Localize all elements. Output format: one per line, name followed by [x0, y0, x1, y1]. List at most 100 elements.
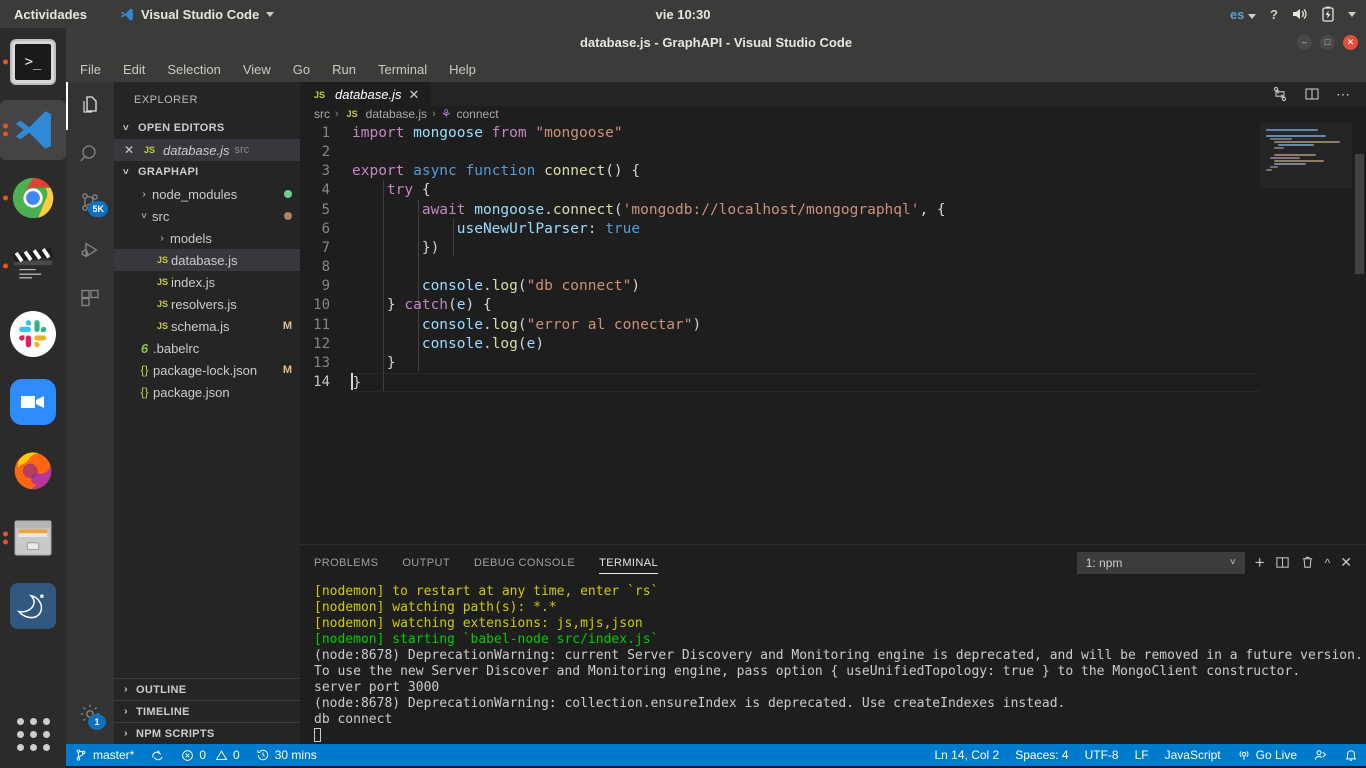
- close-icon[interactable]: ✕: [409, 87, 420, 103]
- terminal-output[interactable]: [nodemon] to restart at any time, enter …: [300, 580, 1366, 744]
- dock-item-zoom[interactable]: [0, 368, 66, 436]
- kill-terminal-icon[interactable]: [1300, 555, 1315, 570]
- tab-terminal[interactable]: TERMINAL: [599, 545, 658, 580]
- close-icon[interactable]: ✕: [122, 143, 136, 157]
- menu-view[interactable]: View: [243, 62, 271, 77]
- menu-terminal[interactable]: Terminal: [378, 62, 427, 77]
- code-line[interactable]: 5 await mongoose.connect('mongodb://loca…: [300, 201, 1366, 220]
- activity-item-manage[interactable]: 1: [66, 690, 114, 738]
- status-go-live[interactable]: Go Live: [1229, 744, 1305, 766]
- tab-debug-console[interactable]: DEBUG CONSOLE: [474, 545, 575, 580]
- section-timeline[interactable]: › TIMELINE: [114, 700, 300, 722]
- status-indentation[interactable]: Spaces: 4: [1007, 744, 1076, 766]
- code-line[interactable]: 6 useNewUrlParser: true: [300, 220, 1366, 239]
- menu-file[interactable]: File: [80, 62, 101, 77]
- status-problems[interactable]: 0 0: [173, 744, 247, 766]
- more-actions-icon[interactable]: ⋯: [1336, 86, 1352, 103]
- dock-item-firefox[interactable]: [0, 436, 66, 504]
- menu-help[interactable]: Help: [449, 62, 476, 77]
- menu-go[interactable]: Go: [293, 62, 310, 77]
- split-editor-icon[interactable]: [1304, 86, 1320, 102]
- code-line[interactable]: 7 }): [300, 239, 1366, 258]
- battery-charging-icon[interactable]: [1322, 6, 1334, 22]
- breadcrumb-item-src[interactable]: src: [314, 107, 330, 121]
- dock-item-terminal[interactable]: >_: [0, 28, 66, 96]
- code-line[interactable]: 1import mongoose from "mongoose": [300, 124, 1366, 143]
- section-open-editors[interactable]: ˅ OPEN EDITORS: [114, 117, 300, 139]
- activity-item-explorer[interactable]: [66, 82, 114, 130]
- scrollbar-thumb[interactable]: [1355, 154, 1364, 274]
- app-menu-button[interactable]: Visual Studio Code: [119, 7, 274, 22]
- status-language[interactable]: JavaScript: [1157, 744, 1229, 766]
- tree-item-package-json[interactable]: {} package.json: [114, 381, 300, 403]
- dock-item-visual-studio-code[interactable]: [0, 96, 66, 164]
- dock-item-mysql-workbench[interactable]: [0, 572, 66, 640]
- status-feedback[interactable]: [1305, 744, 1336, 766]
- tree-item-schema-js[interactable]: JS schema.js M: [114, 315, 300, 337]
- new-terminal-icon[interactable]: +: [1255, 554, 1265, 571]
- code-editor[interactable]: 1import mongoose from "mongoose"23export…: [300, 122, 1366, 544]
- tab-problems[interactable]: PROBLEMS: [314, 545, 378, 580]
- status-timer[interactable]: 30 mins: [248, 744, 325, 766]
- section-outline[interactable]: › OUTLINE: [114, 678, 300, 700]
- activities-button[interactable]: Actividades: [14, 7, 87, 22]
- section-graphapi[interactable]: ˅ GRAPHAPI: [114, 161, 300, 183]
- status-branch[interactable]: master*: [66, 744, 142, 766]
- dock-item-google-chrome[interactable]: [0, 164, 66, 232]
- tab-output[interactable]: OUTPUT: [402, 545, 450, 580]
- split-diff-icon[interactable]: [1272, 86, 1288, 102]
- tree-item-babelrc[interactable]: 6 .babelrc: [114, 337, 300, 359]
- code-line[interactable]: 3export async function connect() {: [300, 162, 1366, 181]
- tree-item-resolvers-js[interactable]: JS resolvers.js: [114, 293, 300, 315]
- chevron-down-icon[interactable]: [1348, 12, 1356, 17]
- activity-item-source-control[interactable]: 5K: [66, 178, 114, 226]
- minimap[interactable]: [1260, 122, 1352, 544]
- menu-edit[interactable]: Edit: [123, 62, 145, 77]
- breadcrumb-item-connect[interactable]: connect: [457, 107, 499, 121]
- tree-item-node_modules[interactable]: › node_modules: [114, 183, 300, 205]
- section-npm-scripts[interactable]: › NPM SCRIPTS: [114, 722, 300, 744]
- status-encoding[interactable]: UTF-8: [1077, 744, 1127, 766]
- code-line[interactable]: 12 console.log(e): [300, 335, 1366, 354]
- code-text[interactable]: 1import mongoose from "mongoose"23export…: [300, 122, 1366, 393]
- code-line[interactable]: 11 console.log("error al conectar"): [300, 316, 1366, 335]
- code-line[interactable]: 2: [300, 143, 1366, 162]
- menu-run[interactable]: Run: [332, 62, 356, 77]
- help-icon[interactable]: ?: [1270, 7, 1278, 22]
- tree-item-index-js[interactable]: JS index.js: [114, 271, 300, 293]
- activity-item-extensions[interactable]: [66, 274, 114, 322]
- gnome-status-area[interactable]: es ?: [1230, 6, 1356, 22]
- terminal-selector[interactable]: 1: npm ˅: [1077, 552, 1245, 574]
- open-editor-item-database-js[interactable]: ✕ JS database.js src: [114, 139, 300, 161]
- tree-item-package-lock-json[interactable]: {} package-lock.json M: [114, 359, 300, 381]
- status-notifications[interactable]: [1336, 744, 1366, 766]
- maximize-panel-icon[interactable]: ^: [1325, 556, 1331, 570]
- tree-item-database-js[interactable]: JS database.js: [114, 249, 300, 271]
- close-button[interactable]: ✕: [1343, 35, 1358, 50]
- activity-item-run-and-debug[interactable]: [66, 226, 114, 274]
- status-sync[interactable]: [142, 744, 173, 766]
- maximize-button[interactable]: □: [1320, 35, 1335, 50]
- editor-scrollbar[interactable]: [1352, 122, 1366, 544]
- code-line[interactable]: 10 } catch(e) {: [300, 296, 1366, 315]
- minimize-button[interactable]: –: [1297, 35, 1312, 50]
- code-line[interactable]: 4 try {: [300, 181, 1366, 200]
- code-line[interactable]: 9 console.log("db connect"): [300, 277, 1366, 296]
- code-line[interactable]: 13 }: [300, 354, 1366, 373]
- dock-item-slack[interactable]: [0, 300, 66, 368]
- dock-item-files[interactable]: [0, 504, 66, 572]
- menu-selection[interactable]: Selection: [167, 62, 220, 77]
- tree-item-models[interactable]: › models: [114, 227, 300, 249]
- show-applications-button[interactable]: [0, 708, 66, 760]
- code-line[interactable]: 8: [300, 258, 1366, 277]
- volume-icon[interactable]: [1292, 7, 1308, 21]
- status-eol[interactable]: LF: [1127, 744, 1157, 766]
- breadcrumb-item-database-js[interactable]: database.js: [366, 107, 427, 121]
- split-terminal-icon[interactable]: [1275, 555, 1290, 570]
- tree-item-src[interactable]: ˅ src: [114, 205, 300, 227]
- minimap-slider[interactable]: [1260, 122, 1352, 188]
- tab-database-js[interactable]: JS database.js ✕: [300, 82, 431, 106]
- status-position[interactable]: Ln 14, Col 2: [927, 744, 1008, 766]
- keyboard-layout-indicator[interactable]: es: [1230, 7, 1256, 22]
- activity-item-search[interactable]: [66, 130, 114, 178]
